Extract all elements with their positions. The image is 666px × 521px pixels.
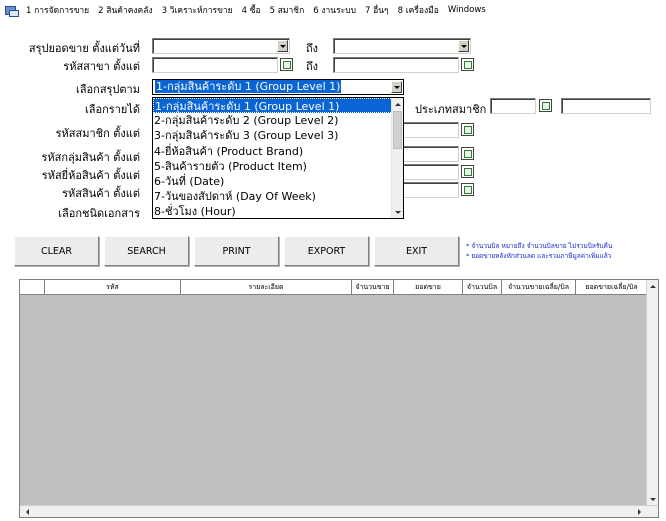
branch-to-field[interactable] [333, 57, 459, 73]
member-type-name-field [561, 98, 651, 114]
menu-item-inventory[interactable]: 2 สินค้าคงคลัง [98, 3, 152, 17]
column-header[interactable]: จำนวนขาย [352, 280, 394, 294]
label-brand-code: รหัสยี่ห้อสินค้า ตั้งแต่ [41, 169, 140, 182]
member-to-field[interactable] [400, 122, 459, 138]
menu-item-sales[interactable]: 1 การจัดการขาย [26, 3, 89, 17]
scroll-down-icon[interactable] [648, 494, 658, 504]
column-header[interactable]: จำนวนขายเฉลี่ย/บิล [502, 280, 576, 294]
note-line-1: * จำนวนบิล หมายถึง จำนวนบิลขาย ไม่รวมบิล… [466, 242, 613, 250]
label-branch-code: รหัสสาขา ตั้งแต่ [63, 60, 140, 73]
column-header[interactable]: รายละเอียด [181, 280, 352, 294]
scroll-up-icon[interactable] [392, 98, 403, 110]
filter-form: สรุปยอดขาย ตั้งแต่วันที่ ถึง รหัสสาขา ตั… [0, 22, 666, 227]
grid-header: รหัส รายละเอียด จำนวนขาย ยอดขาย จำนวนบิล… [20, 280, 648, 295]
scroll-left-icon[interactable] [22, 507, 32, 517]
menu-item-purchase[interactable]: 4 ซื้อ [242, 3, 261, 17]
scroll-up-icon[interactable] [648, 281, 658, 291]
lookup-icon[interactable] [461, 58, 474, 71]
lookup-icon[interactable] [461, 147, 474, 160]
label-to-2: ถึง [306, 60, 319, 73]
group-to-field[interactable] [400, 146, 459, 162]
grid-vertical-scrollbar[interactable] [646, 280, 658, 505]
label-member-type: ประเภทสมาชิก [415, 103, 487, 116]
column-header[interactable]: จำนวนบิล [463, 280, 502, 294]
column-header[interactable]: รหัส [45, 280, 181, 294]
list-item[interactable]: 1-กลุ่มสินค้าระดับ 1 (Group Level 1) [153, 98, 403, 114]
dropdown-scrollbar[interactable] [391, 98, 403, 218]
note-line-2: * ยอดขายหลังหักส่วนลด และรวมภาษีมูลค่าเพ… [466, 252, 612, 260]
search-button[interactable]: SEARCH [104, 236, 189, 266]
lookup-icon[interactable] [461, 183, 474, 196]
column-header[interactable]: ยอดขาย [394, 280, 463, 294]
lookup-icon[interactable] [539, 99, 552, 112]
result-grid[interactable]: รหัส รายละเอียด จำนวนขาย ยอดขาย จำนวนบิล… [19, 279, 659, 518]
list-item[interactable]: 6-วันที่ (Date) [153, 174, 403, 189]
list-item[interactable]: 3-กลุ่มสินค้าระดับ 3 (Group Level 3) [153, 128, 403, 143]
summary-selected-value: 1-กลุ่มสินค้าระดับ 1 (Group Level 1) [155, 80, 342, 93]
exit-button[interactable]: EXIT [374, 236, 459, 266]
chevron-down-icon[interactable] [391, 81, 402, 93]
info-note: * จำนวนบิล หมายถึง จำนวนบิลขาย ไม่รวมบิล… [466, 241, 666, 261]
lookup-icon[interactable] [280, 58, 293, 71]
menu-item-system[interactable]: 6 งานระบบ [313, 3, 356, 17]
summary-by-combo[interactable]: 1-กลุ่มสินค้าระดับ 1 (Group Level 1) [152, 79, 404, 95]
lookup-icon[interactable] [461, 123, 474, 136]
label-to-1: ถึง [306, 42, 319, 55]
summary-by-dropdown-list[interactable]: 1-กลุ่มสินค้าระดับ 1 (Group Level 1) 2-ก… [152, 97, 404, 219]
label-product-group: รหัสกลุ่มสินค้า ตั้งแต่ [41, 151, 140, 164]
list-item[interactable]: 2-กลุ่มสินค้าระดับ 2 (Group Level 2) [153, 113, 403, 128]
member-type-field[interactable] [490, 98, 536, 114]
list-item[interactable]: 8-ชั่วโมง (Hour) [153, 204, 403, 218]
menu-item-other[interactable]: 7 อื่นๆ [365, 3, 389, 17]
clear-button[interactable]: CLEAR [14, 236, 99, 266]
scroll-thumb[interactable] [393, 111, 402, 149]
menu-item-analysis[interactable]: 3 วิเคราะห์การขาย [162, 3, 233, 17]
brand-to-field[interactable] [400, 164, 459, 180]
column-header[interactable]: ยอดขายเฉลี่ย/บิล [576, 280, 648, 294]
menu-item-tools[interactable]: 8 เครื่องมือ [398, 3, 439, 17]
scroll-down-icon[interactable] [392, 206, 403, 218]
chevron-down-icon[interactable] [458, 40, 469, 52]
product-to-field[interactable] [400, 182, 459, 198]
lookup-icon[interactable] [461, 165, 474, 178]
label-member-code: รหัสสมาชิก ตั้งแต่ [55, 127, 140, 140]
menu-item-member[interactable]: 5 สมาชิก [270, 3, 305, 17]
menu-bar: 1 การจัดการขาย 2 สินค้าคงคลัง 3 วิเคราะห… [0, 0, 666, 20]
scroll-right-icon[interactable] [634, 507, 644, 517]
export-button[interactable]: EXPORT [284, 236, 369, 266]
list-item[interactable]: 4-ยี่ห้อสินค้า (Product Brand) [153, 144, 403, 159]
print-button[interactable]: PRINT [194, 236, 279, 266]
label-product-code: รหัสสินค้า ตั้งแต่ [62, 187, 140, 200]
grid-horizontal-scrollbar[interactable] [20, 505, 658, 517]
list-item[interactable]: 5-สินค้ารายตัว (Product Item) [153, 159, 403, 174]
menu-item-windows[interactable]: Windows [448, 5, 486, 15]
branch-from-field[interactable] [152, 57, 278, 73]
label-summary-date: สรุปยอดขาย ตั้งแต่วันที่ [28, 42, 140, 55]
date-to-select[interactable] [333, 38, 471, 54]
label-select-summary: เลือกสรุปตาม [76, 83, 140, 96]
action-bar: CLEAR SEARCH PRINT EXPORT EXIT * จำนวนบิ… [0, 231, 666, 273]
label-select-tx: เลือกรายได้ [85, 103, 140, 116]
date-from-select[interactable] [152, 38, 290, 54]
row-selector-header [20, 280, 45, 294]
app-window-icon[interactable] [4, 4, 19, 17]
list-item[interactable]: 7-วันของสัปดาห์ (Day Of Week) [153, 189, 403, 204]
chevron-down-icon[interactable] [277, 40, 288, 52]
label-doc-type: เลือกชนิดเอกสาร [58, 207, 140, 220]
